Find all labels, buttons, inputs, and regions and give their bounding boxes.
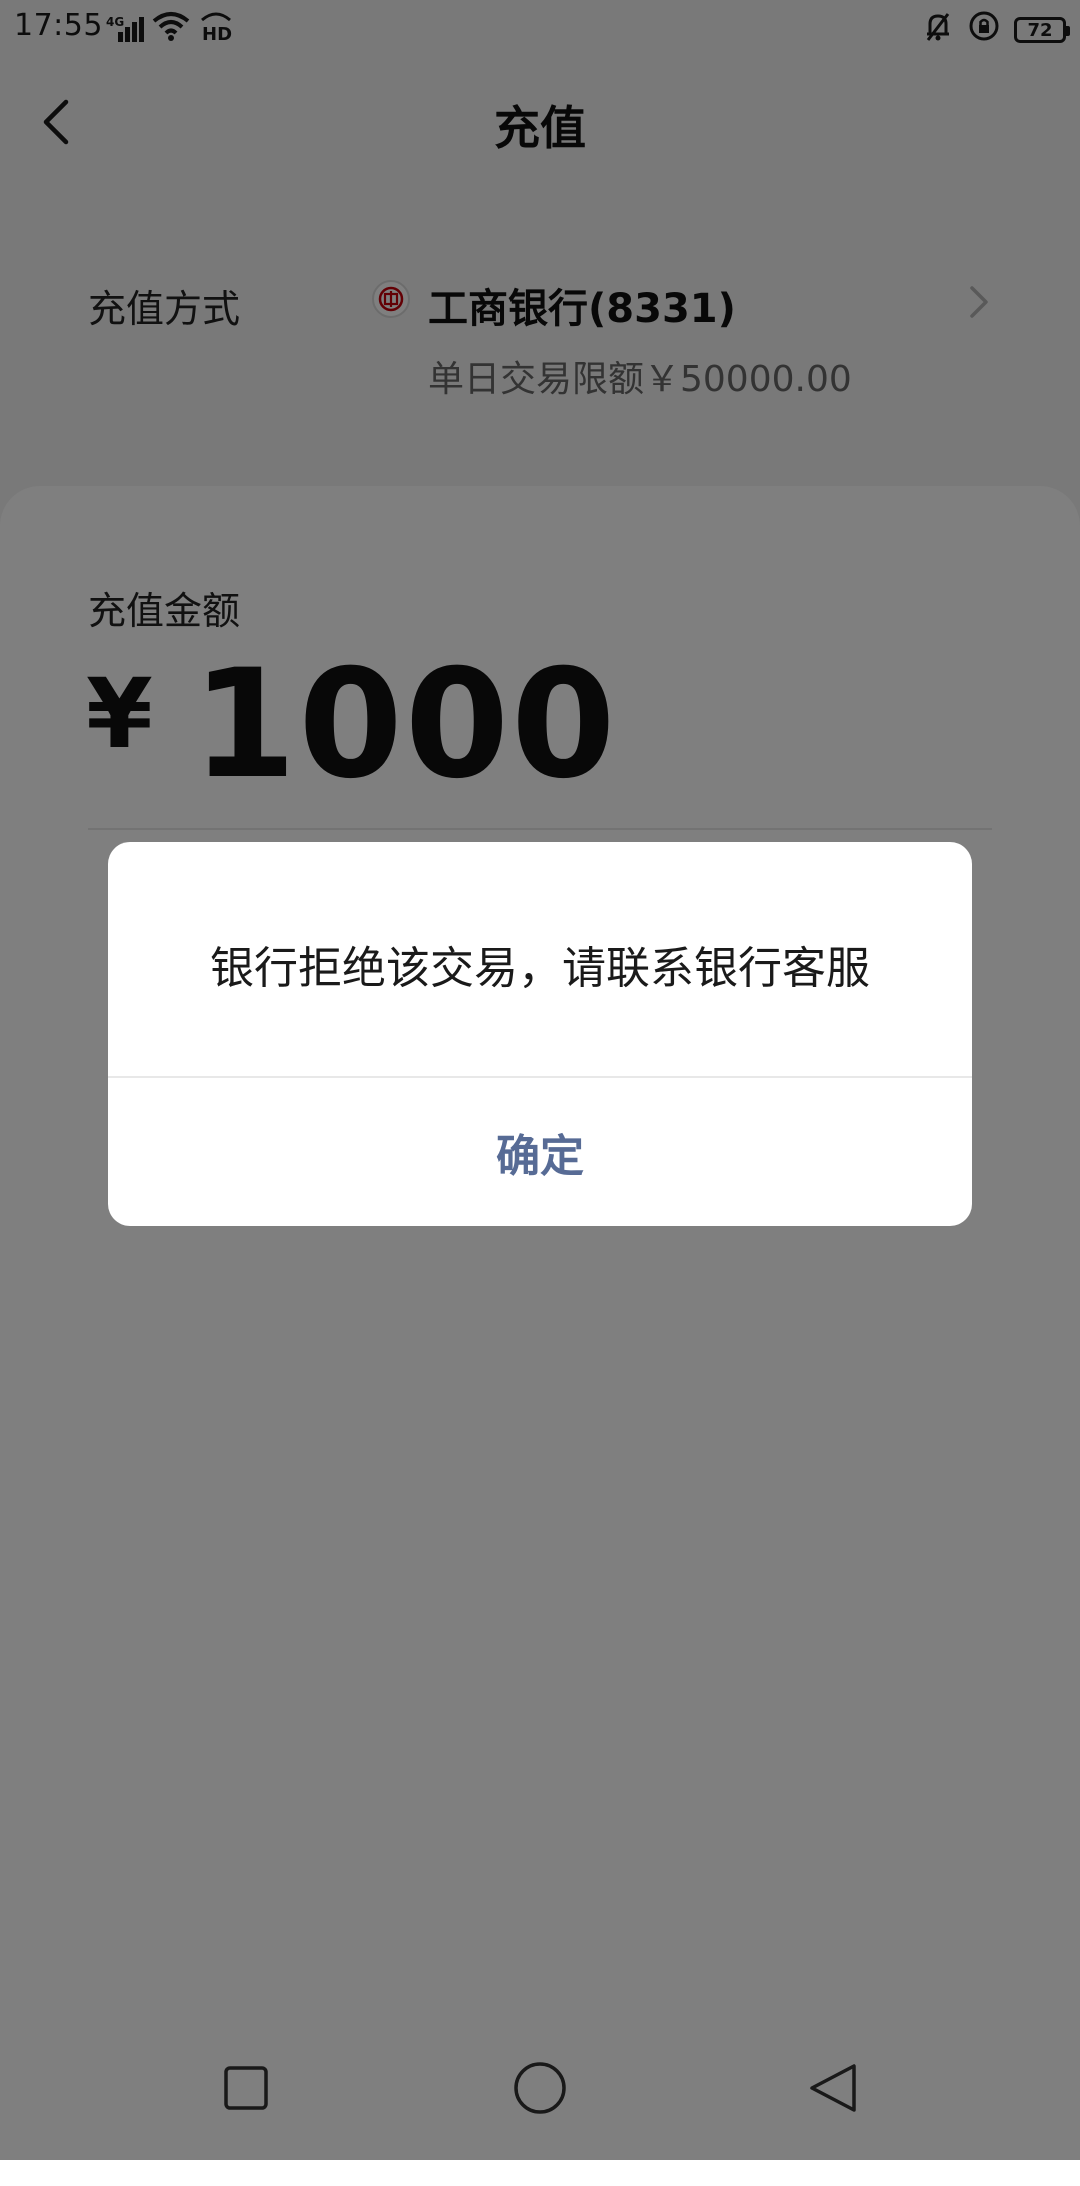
dialog-message: 银行拒绝该交易，请联系银行客服 (210, 943, 870, 994)
confirm-button[interactable]: 确定 (108, 1078, 972, 1226)
recharge-screen: 17:55 4G (0, 0, 1080, 2186)
error-dialog: 银行拒绝该交易，请联系银行客服 确定 (108, 842, 972, 1226)
